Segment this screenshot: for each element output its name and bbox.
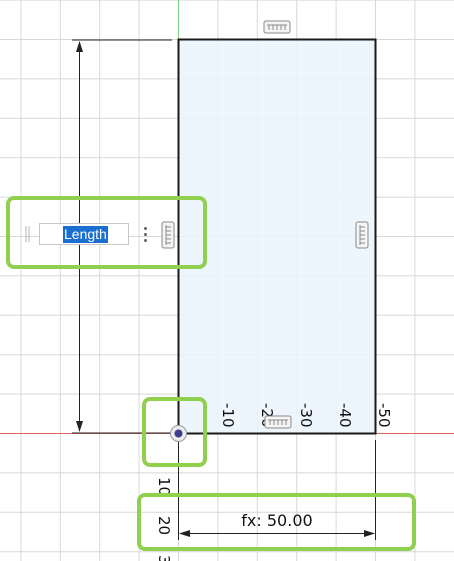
input-drag-handle[interactable] bbox=[25, 223, 31, 245]
length-input-field[interactable]: Length bbox=[39, 223, 129, 245]
width-dimension[interactable]: fx: 50.00 bbox=[178, 440, 376, 540]
origin-point-icon[interactable] bbox=[170, 425, 187, 442]
width-dimension-label[interactable]: fx: 50.00 bbox=[241, 511, 312, 530]
sketch-canvas[interactable]: fx: 50.00 -10 -20 -30 -40 -50 10 20 3 bbox=[0, 0, 454, 561]
arrow-right-icon bbox=[364, 530, 375, 537]
vertical-constraint-icon[interactable] bbox=[355, 221, 369, 249]
vertical-constraint-icon[interactable] bbox=[161, 221, 175, 249]
ruler-tick-label: 20 bbox=[155, 516, 173, 535]
ruler-tick-label: -40 bbox=[336, 403, 354, 428]
horizontal-constraint-icon[interactable] bbox=[263, 20, 291, 34]
ruler-tick-label: -30 bbox=[297, 403, 315, 428]
ruler-tick-label: -10 bbox=[219, 403, 237, 428]
arrow-down-icon bbox=[76, 421, 83, 432]
arrow-left-icon bbox=[179, 530, 190, 537]
length-input-value[interactable]: Length bbox=[63, 225, 108, 243]
ruler-tick-label: -50 bbox=[375, 403, 393, 428]
sketch-rectangle[interactable] bbox=[177, 38, 377, 435]
arrow-up-icon bbox=[76, 41, 83, 52]
ruler-tick-label: 3 bbox=[155, 555, 173, 561]
more-options-icon[interactable] bbox=[140, 224, 152, 244]
horizontal-constraint-icon[interactable] bbox=[264, 415, 292, 429]
